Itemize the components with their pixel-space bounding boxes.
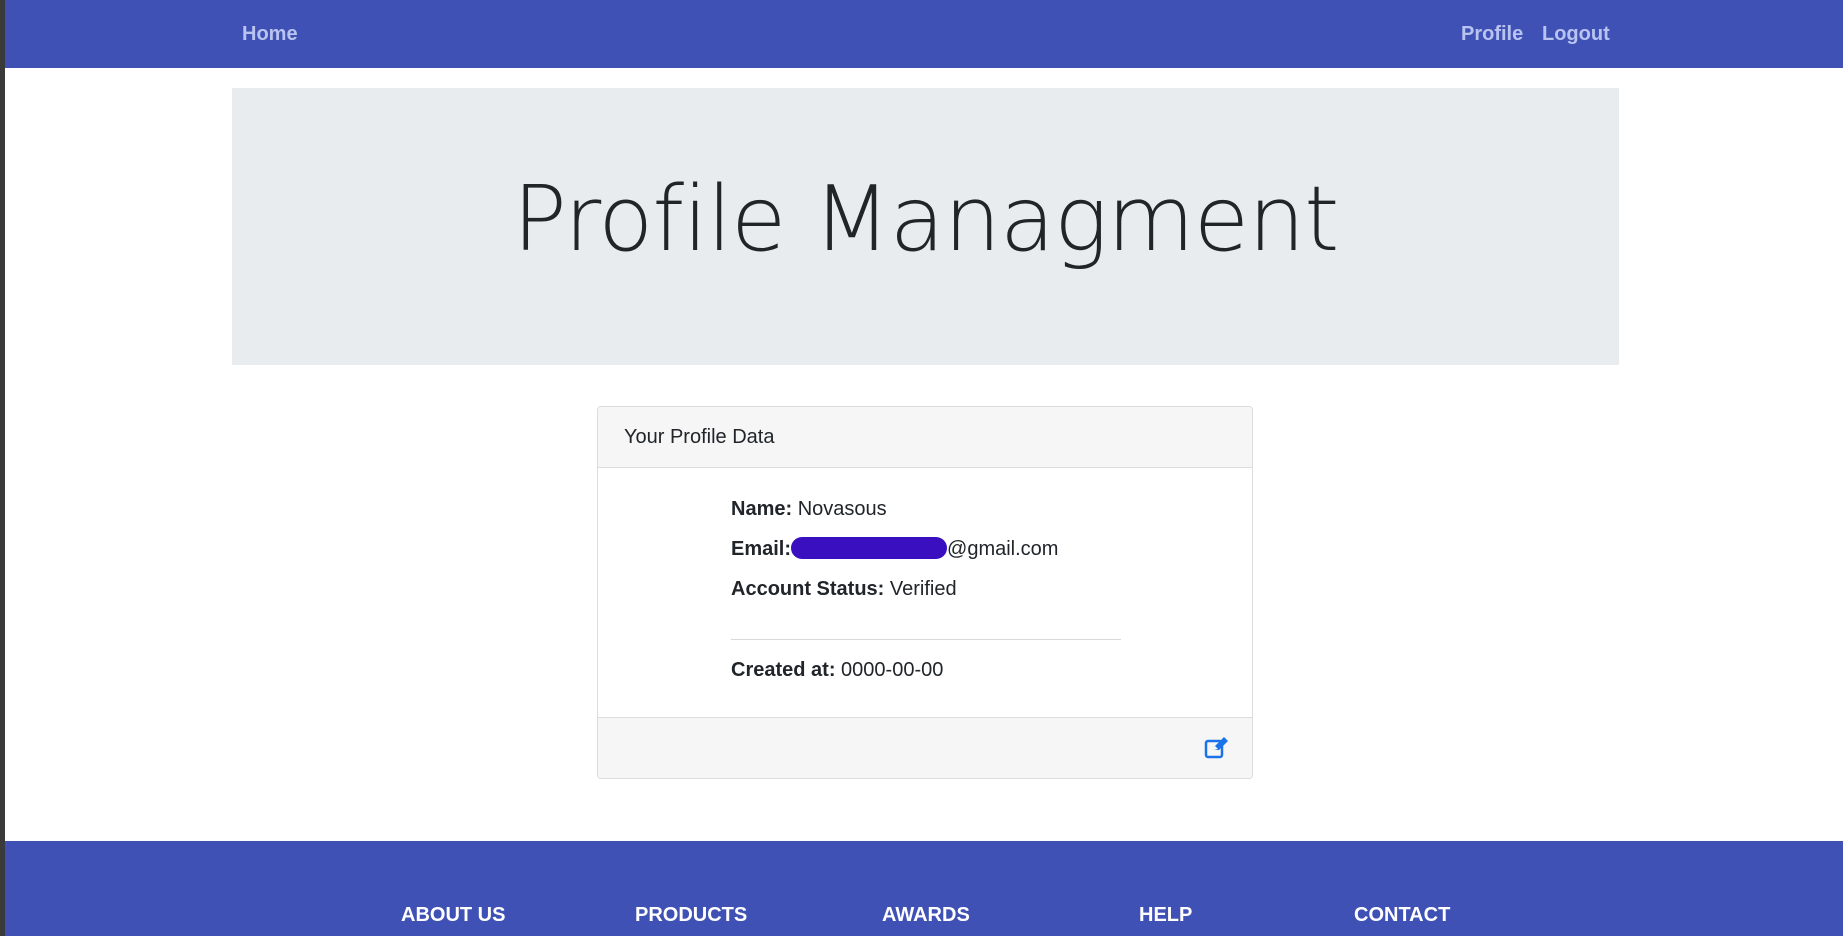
email-label: Email: xyxy=(731,538,792,560)
footer-link-awards[interactable]: AWARDS xyxy=(882,902,970,928)
nav-home-link[interactable]: Home xyxy=(242,20,298,48)
email-redaction xyxy=(791,537,948,559)
page-title: Profile Managment xyxy=(512,167,1340,272)
name-label: Name: xyxy=(731,498,793,520)
top-navbar: Home Profile Logout xyxy=(5,0,1843,68)
edit-icon[interactable] xyxy=(1204,736,1230,760)
card-header: Your Profile Data xyxy=(598,407,1252,468)
email-field: Email: @gmail.com xyxy=(731,536,1058,562)
window-edge xyxy=(0,0,5,936)
footer-link-about-us[interactable]: ABOUT US xyxy=(401,902,505,928)
page: Home Profile Logout Profile Managment Yo… xyxy=(0,0,1843,936)
account-status-field: Account Status: Verified xyxy=(731,576,957,602)
name-field: Name: Novasous xyxy=(731,496,887,522)
footer: ABOUT US PRODUCTS AWARDS HELP CONTACT xyxy=(5,841,1843,936)
jumbotron: Profile Managment xyxy=(232,88,1619,365)
name-value: Novasous xyxy=(797,498,887,520)
footer-link-products[interactable]: PRODUCTS xyxy=(635,902,747,928)
edit-icon-svg xyxy=(1204,737,1228,759)
card-footer xyxy=(598,717,1252,778)
card-body: Name: Novasous Email: @gmail.com Account … xyxy=(598,468,1252,726)
footer-link-help[interactable]: HELP xyxy=(1139,902,1192,928)
nav-profile-link[interactable]: Profile xyxy=(1461,20,1523,48)
created-at-label: Created at: xyxy=(731,659,836,681)
email-value-suffix: @gmail.com xyxy=(947,538,1059,560)
profile-card: Your Profile Data Name: Novasous Email: @… xyxy=(597,406,1253,779)
footer-link-contact[interactable]: CONTACT xyxy=(1354,902,1450,928)
divider xyxy=(731,639,1121,640)
nav-logout-link[interactable]: Logout xyxy=(1542,20,1610,48)
account-status-label: Account Status: xyxy=(731,578,885,600)
created-at-value: 0000-00-00 xyxy=(841,659,944,681)
card-header-title: Your Profile Data xyxy=(624,426,775,448)
created-at-field: Created at: 0000-00-00 xyxy=(731,657,943,683)
account-status-value: Verified xyxy=(889,578,957,600)
